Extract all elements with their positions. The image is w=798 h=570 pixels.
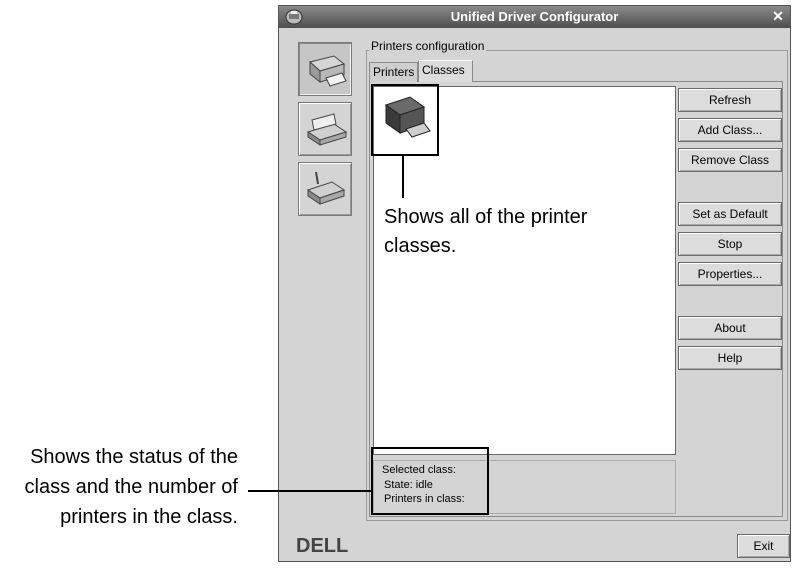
sidebar-item-scanners[interactable] [298,102,352,156]
stop-button[interactable]: Stop [678,232,782,256]
port-icon [306,171,346,205]
scanner-icon [306,113,348,146]
properties-button[interactable]: Properties... [678,262,782,286]
status-callout-box [371,447,489,515]
icon-callout-line [402,156,404,198]
exit-button[interactable]: Exit [737,534,790,558]
sidebar-item-ports[interactable] [298,162,352,216]
list-callout-text-line1: Shows all of the printer [384,206,588,228]
remove-class-button[interactable]: Remove Class [678,148,782,172]
refresh-button[interactable]: Refresh [678,88,782,112]
status-callout-text-line3: printers in the class. [60,506,238,528]
close-icon[interactable]: ✕ [770,8,786,24]
tab-printers[interactable]: Printers [369,62,418,82]
group-label: Printers configuration [369,39,487,53]
dell-logo: DELL [296,534,366,557]
about-button[interactable]: About [678,316,782,340]
title-bar[interactable]: Unified Driver Configurator ✕ [279,6,790,28]
status-callout-line [248,490,371,492]
app-window: Unified Driver Configurator ✕ Printers c… [278,5,791,562]
set-as-default-button[interactable]: Set as Default [678,202,782,226]
help-button[interactable]: Help [678,346,782,370]
status-callout-text-line2: class and the number of [24,476,238,498]
printer-icon [308,55,347,87]
icon-callout-box [371,84,439,156]
tab-classes[interactable]: Classes [418,60,473,82]
status-callout-text-line1: Shows the status of the [30,446,238,468]
sidebar-item-printers[interactable] [298,42,352,96]
add-class-button[interactable]: Add Class... [678,118,782,142]
dell-logo-text: DELL [296,535,348,556]
list-callout-text-line2: classes. [384,235,457,257]
window-title: Unified Driver Configurator [450,9,619,24]
